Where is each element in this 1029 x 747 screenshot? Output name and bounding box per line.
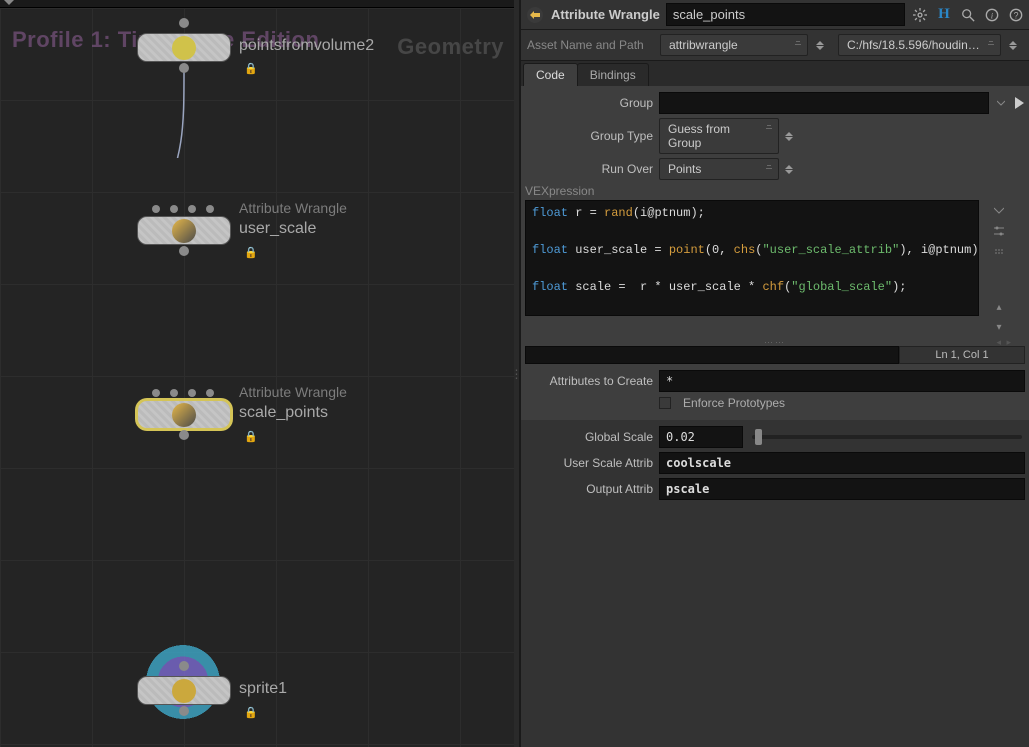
lock-icon: 🔒 <box>244 62 258 75</box>
sprite-icon <box>172 679 196 703</box>
run-over-dropdown[interactable]: Points <box>659 158 779 180</box>
user-scale-attrib-label: User Scale Attrib <box>525 456 653 470</box>
node-input[interactable] <box>206 389 214 397</box>
network-dropdown-bar[interactable] <box>0 0 514 8</box>
caret-down-icon[interactable]: ▾ <box>992 320 1006 334</box>
node-label: user_scale <box>239 220 316 238</box>
code-gutter: ▴ ▾ <box>985 200 1013 334</box>
node-input[interactable] <box>152 389 160 397</box>
sliders-icon[interactable] <box>992 224 1006 238</box>
wrangle-icon <box>172 219 196 243</box>
status-field[interactable] <box>525 346 899 364</box>
group-type-value: Guess from Group <box>668 122 730 150</box>
enforce-prototypes-checkbox[interactable] <box>659 397 671 409</box>
tab-code[interactable]: Code <box>523 63 578 86</box>
chevron-down-icon[interactable] <box>995 97 1007 109</box>
watermark-geometry: Geometry <box>397 34 504 60</box>
node-input[interactable] <box>179 661 189 671</box>
node-type-label: Attribute Wrangle <box>239 384 347 400</box>
network-view[interactable]: Profile 1: Tim e Edition Geometry points… <box>0 0 514 747</box>
node-label: scale_points <box>239 404 328 422</box>
node-output[interactable] <box>179 63 189 73</box>
node-user-scale[interactable] <box>137 216 231 245</box>
search-icon[interactable] <box>959 6 977 24</box>
asset-label: Asset Name and Path <box>527 38 652 52</box>
asset-name-dropdown[interactable]: attribwrangle <box>660 34 808 56</box>
asset-path-dropdown[interactable]: C:/hfs/18.5.596/houdini/otls... <box>838 34 1001 56</box>
node-pointsfromvolume2[interactable] <box>137 33 231 62</box>
chevron-down-icon <box>4 0 14 5</box>
attrs-create-field[interactable] <box>659 370 1025 392</box>
group-type-dropdown[interactable]: Guess from Group <box>659 118 779 154</box>
chevron-down-icon[interactable] <box>992 204 1006 218</box>
help-icon[interactable]: ? <box>1007 6 1025 24</box>
node-name-field[interactable] <box>666 3 905 26</box>
svg-text:?: ? <box>1014 10 1019 20</box>
node-label: sprite1 <box>239 680 287 698</box>
node-input[interactable] <box>179 18 189 28</box>
run-over-label: Run Over <box>525 162 653 176</box>
houdini-help-icon[interactable]: H <box>935 6 953 24</box>
vex-label: VEXpression <box>525 184 594 198</box>
enforce-prototypes-label: Enforce Prototypes <box>683 396 785 410</box>
node-input[interactable] <box>188 389 196 397</box>
node-label: pointsfromvolume2 <box>239 37 374 55</box>
code-tab-body: Group Group Type Guess from Group Run Ov… <box>521 86 1029 420</box>
cycle-icon[interactable] <box>816 41 830 50</box>
node-input[interactable] <box>188 205 196 213</box>
operator-type-label: Attribute Wrangle <box>551 7 660 22</box>
parameter-panel: Attribute Wrangle H i ? Asset Name and P… <box>519 0 1029 747</box>
cycle-icon[interactable] <box>785 165 799 174</box>
group-field[interactable] <box>659 92 989 114</box>
run-over-value: Points <box>668 162 701 176</box>
group-label: Group <box>525 96 653 110</box>
info-icon[interactable]: i <box>983 6 1001 24</box>
global-scale-label: Global Scale <box>525 430 653 444</box>
lock-icon: 🔒 <box>244 706 258 719</box>
asset-row: Asset Name and Path attribwrangle C:/hfs… <box>521 30 1029 61</box>
node-output[interactable] <box>179 246 189 256</box>
play-icon[interactable] <box>1013 96 1025 110</box>
node-input[interactable] <box>170 389 178 397</box>
code-resizer[interactable]: ⋯⋯ ◂ ▸ <box>525 338 1025 346</box>
vex-code-editor[interactable]: float r = rand(i@ptnum); float user_scal… <box>525 200 979 316</box>
grip-icon[interactable] <box>992 246 1006 260</box>
node-input[interactable] <box>170 205 178 213</box>
sop-icon <box>172 36 196 60</box>
node-input[interactable] <box>152 205 160 213</box>
node-scale-points[interactable] <box>137 400 231 429</box>
node-type-label: Attribute Wrangle <box>239 200 347 216</box>
node-output[interactable] <box>179 430 189 440</box>
param-tabs: Code Bindings <box>521 61 1029 86</box>
asset-name-value: attribwrangle <box>669 38 738 52</box>
output-attrib-field[interactable] <box>659 478 1025 500</box>
gear-icon[interactable] <box>911 6 929 24</box>
global-scale-field[interactable]: 0.02 <box>659 426 743 448</box>
svg-text:i: i <box>991 10 994 20</box>
asset-path-value: C:/hfs/18.5.596/houdini/otls... <box>847 38 1001 52</box>
node-input[interactable] <box>206 205 214 213</box>
global-scale-slider[interactable] <box>752 435 1022 439</box>
user-scale-attrib-field[interactable] <box>659 452 1025 474</box>
output-attrib-label: Output Attrib <box>525 482 653 496</box>
group-type-label: Group Type <box>525 129 653 143</box>
network-grid <box>0 8 514 747</box>
status-row: Ln 1, Col 1 <box>525 346 1025 364</box>
lock-icon: 🔒 <box>244 430 258 443</box>
spare-params: Global Scale 0.02 User Scale Attrib Outp… <box>521 420 1029 504</box>
node-sprite1[interactable] <box>137 676 231 705</box>
cycle-icon[interactable] <box>785 132 799 141</box>
wrangle-icon <box>525 5 545 25</box>
tab-bindings[interactable]: Bindings <box>577 63 649 86</box>
param-header: Attribute Wrangle H i ? <box>521 0 1029 30</box>
cycle-icon[interactable] <box>1009 41 1023 50</box>
caret-up-icon[interactable]: ▴ <box>992 300 1006 314</box>
node-output[interactable] <box>179 706 189 716</box>
wrangle-icon <box>172 403 196 427</box>
cursor-position: Ln 1, Col 1 <box>899 346 1025 364</box>
lock-icon: 🔒 <box>244 246 258 259</box>
attrs-create-label: Attributes to Create <box>525 374 653 388</box>
